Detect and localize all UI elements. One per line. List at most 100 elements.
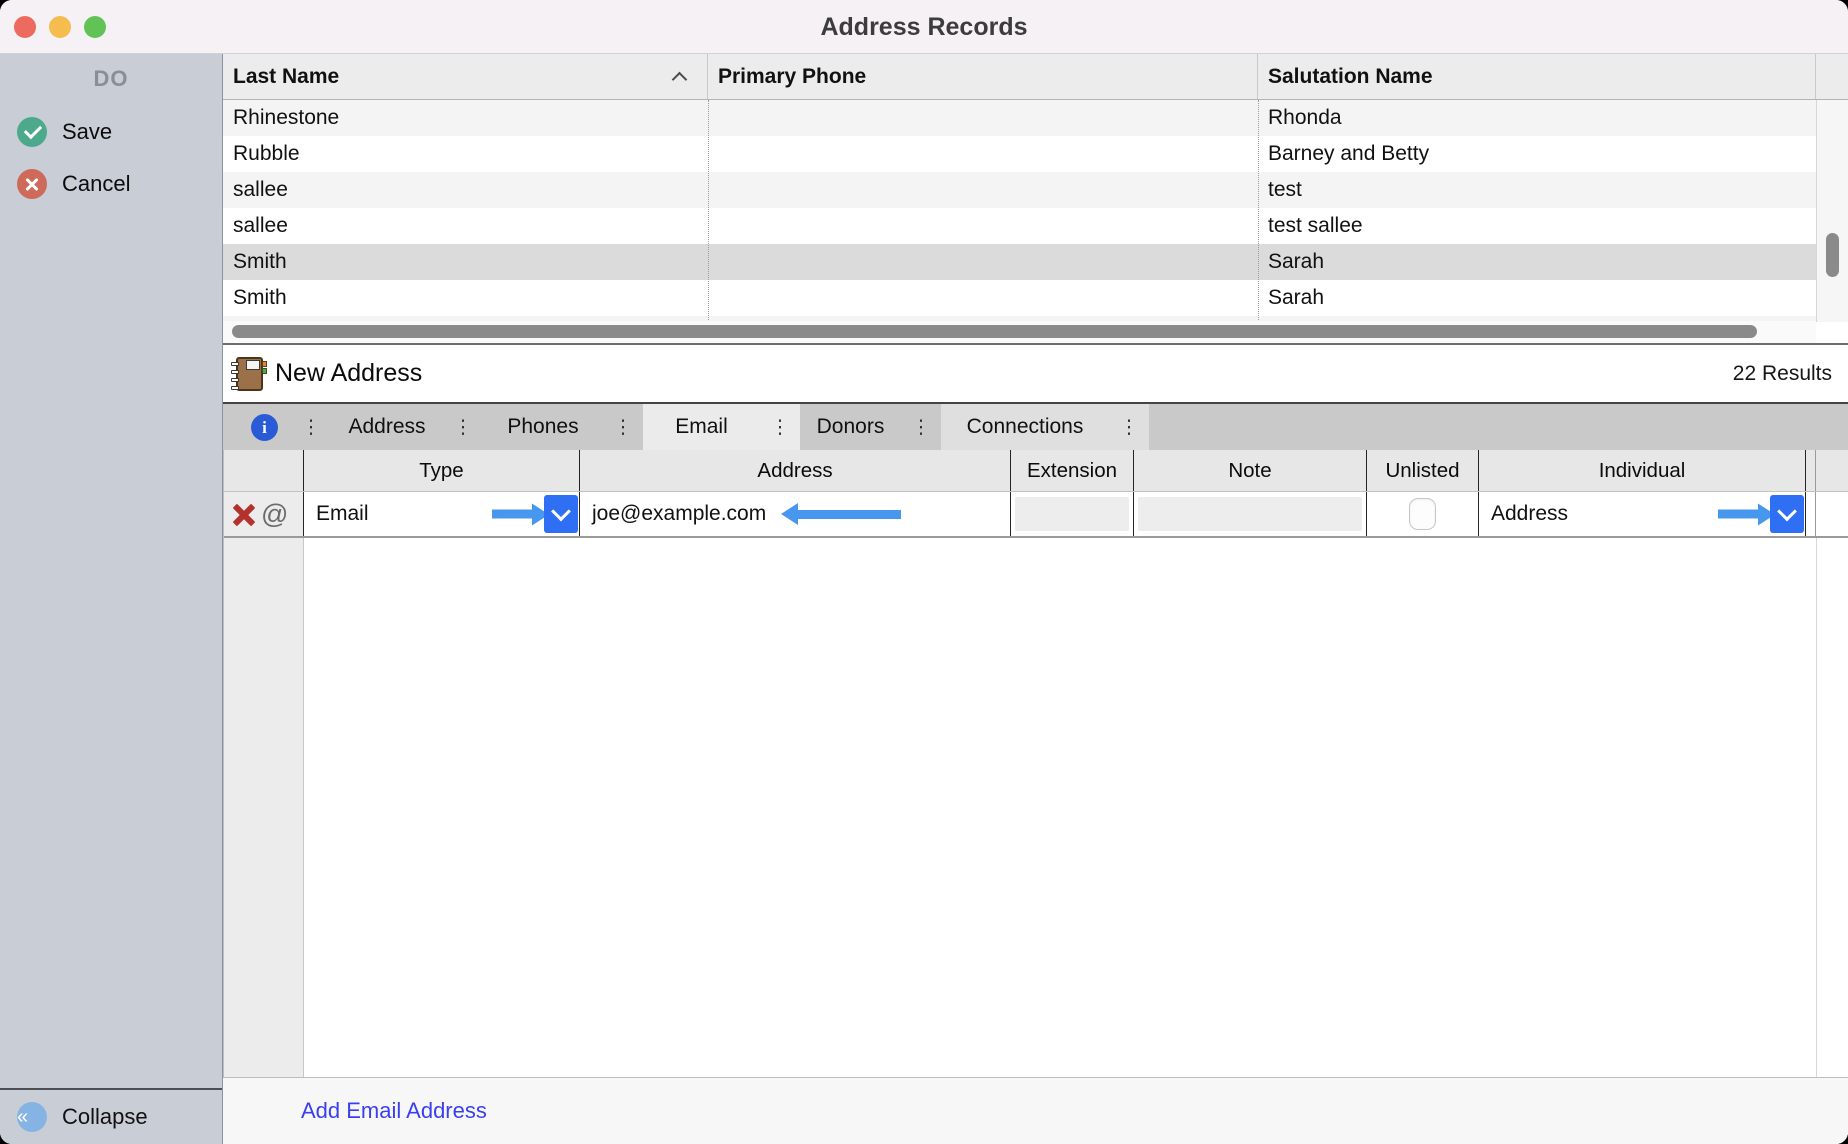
tab-phones[interactable]: Phones ⋮ bbox=[483, 404, 643, 450]
salutation-header-label: Salutation Name bbox=[1268, 65, 1433, 89]
main-area: DO Save Cancel « Collapse bbox=[0, 54, 1848, 1144]
table-row[interactable]: sallee test sallee bbox=[223, 208, 1848, 244]
header-scroll-gutter bbox=[1816, 54, 1848, 99]
pointer-arrow-left-icon bbox=[798, 510, 901, 519]
vertical-scrollbar[interactable] bbox=[1816, 100, 1848, 322]
column-header-primary-phone[interactable]: Primary Phone bbox=[708, 54, 1258, 99]
cell-last-name: sallee bbox=[223, 178, 708, 202]
table-row-selected[interactable]: Smith Sarah bbox=[223, 244, 1848, 280]
collapse-chevrons-icon: « bbox=[17, 1102, 47, 1132]
titlebar: Address Records bbox=[0, 0, 1848, 54]
table-row[interactable]: Rubble Barney and Betty bbox=[223, 136, 1848, 172]
tab-info[interactable]: i ⋮ bbox=[223, 404, 331, 450]
horizontal-scrollbar-thumb[interactable] bbox=[232, 325, 1757, 338]
email-address-value: joe@example.com bbox=[580, 502, 766, 526]
cell-salutation: Barney and Betty bbox=[1258, 142, 1816, 166]
tab-label: Connections bbox=[941, 415, 1109, 439]
add-email-address-link[interactable]: Add Email Address bbox=[301, 1098, 487, 1124]
extension-input[interactable] bbox=[1015, 497, 1129, 531]
table-row[interactable]: sallee test bbox=[223, 172, 1848, 208]
column-header-salutation-name[interactable]: Salutation Name bbox=[1258, 54, 1816, 99]
cell-salutation: Rhonda bbox=[1258, 106, 1816, 130]
collapse-label: Collapse bbox=[62, 1104, 148, 1130]
column-header-type: Type bbox=[304, 450, 580, 491]
individual-dropdown-field[interactable]: Address bbox=[1479, 492, 1806, 536]
extension-cell bbox=[1011, 492, 1134, 536]
note-cell bbox=[1134, 492, 1367, 536]
table-row[interactable]: Rhinestone Rhonda bbox=[223, 100, 1848, 136]
unlisted-checkbox[interactable] bbox=[1409, 498, 1436, 530]
results-count: 22 Results bbox=[1733, 362, 1832, 386]
table-row[interactable]: Smith Sarah bbox=[223, 280, 1848, 316]
tab-address[interactable]: Address ⋮ bbox=[331, 404, 483, 450]
sidebar-actions: Save Cancel bbox=[0, 106, 222, 210]
section-title: New Address bbox=[275, 359, 422, 388]
cell-last-name: Smith bbox=[223, 250, 708, 274]
column-header-gutter bbox=[1816, 450, 1848, 491]
save-button[interactable]: Save bbox=[0, 106, 222, 158]
cell-salutation: Sarah bbox=[1258, 250, 1816, 274]
content-area: Last Name Primary Phone Salutation Name … bbox=[223, 54, 1848, 1144]
kebab-menu-icon[interactable]: ⋮ bbox=[901, 416, 941, 439]
note-input[interactable] bbox=[1138, 497, 1362, 531]
column-header-individual: Individual bbox=[1479, 450, 1806, 491]
individual-dropdown-button[interactable] bbox=[1770, 495, 1804, 533]
type-value: Email bbox=[304, 502, 369, 526]
email-table: Type Address Extension Note Unlisted Ind… bbox=[223, 450, 1848, 1078]
bottom-bar: Add Email Address bbox=[223, 1078, 1848, 1144]
window-title: Address Records bbox=[0, 0, 1848, 54]
tab-connections[interactable]: Connections ⋮ bbox=[941, 404, 1149, 450]
pointer-arrow-right-icon bbox=[1718, 510, 1758, 519]
kebab-menu-icon[interactable]: ⋮ bbox=[291, 416, 331, 439]
column-header-actions bbox=[224, 450, 304, 491]
cell-salutation: test sallee bbox=[1258, 214, 1816, 238]
type-dropdown-button[interactable] bbox=[544, 495, 578, 533]
email-row: @ Email joe@example.com bbox=[224, 492, 1848, 538]
horizontal-scrollbar[interactable] bbox=[223, 321, 1816, 343]
tab-label: Phones bbox=[483, 415, 603, 439]
sidebar-header: DO bbox=[0, 54, 222, 98]
column-divider bbox=[1258, 100, 1259, 322]
delete-row-icon[interactable] bbox=[231, 502, 256, 527]
right-gutter-line bbox=[1816, 538, 1817, 1077]
type-dropdown-field[interactable]: Email bbox=[304, 492, 580, 536]
records-table: Last Name Primary Phone Salutation Name … bbox=[223, 54, 1848, 343]
actions-column-strip bbox=[224, 538, 304, 1077]
email-table-header: Type Address Extension Note Unlisted Ind… bbox=[224, 450, 1848, 492]
cell-salutation: Sarah bbox=[1258, 286, 1816, 310]
cell-last-name: Rubble bbox=[223, 142, 708, 166]
unlisted-cell bbox=[1367, 492, 1479, 536]
tab-donors[interactable]: Donors ⋮ bbox=[800, 404, 941, 450]
email-address-field[interactable]: joe@example.com bbox=[580, 492, 1011, 536]
individual-value: Address bbox=[1479, 502, 1568, 526]
sidebar: DO Save Cancel « Collapse bbox=[0, 54, 223, 1144]
collapse-button[interactable]: « Collapse bbox=[0, 1088, 222, 1144]
column-header-spacer bbox=[1806, 450, 1816, 491]
section-bar: New Address 22 Results bbox=[223, 345, 1848, 402]
address-book-icon bbox=[236, 357, 263, 391]
row-gutter-cell bbox=[1816, 492, 1848, 536]
cell-salutation: test bbox=[1258, 178, 1816, 202]
cell-last-name: sallee bbox=[223, 214, 708, 238]
kebab-menu-icon[interactable]: ⋮ bbox=[603, 416, 643, 439]
cancel-label: Cancel bbox=[62, 171, 130, 197]
cancel-button[interactable]: Cancel bbox=[0, 158, 222, 210]
records-table-header: Last Name Primary Phone Salutation Name bbox=[223, 54, 1848, 100]
tab-label: Donors bbox=[800, 415, 901, 439]
sort-ascending-icon bbox=[672, 72, 688, 88]
vertical-scrollbar-thumb[interactable] bbox=[1826, 233, 1839, 277]
column-header-unlisted: Unlisted bbox=[1367, 450, 1479, 491]
tab-label: Email bbox=[643, 415, 760, 439]
save-check-icon bbox=[17, 117, 47, 147]
tab-email-active[interactable]: Email ⋮ bbox=[643, 404, 800, 450]
column-header-last-name[interactable]: Last Name bbox=[223, 54, 708, 99]
kebab-menu-icon[interactable]: ⋮ bbox=[760, 416, 800, 439]
pointer-arrow-right-icon bbox=[492, 510, 532, 519]
save-label: Save bbox=[62, 119, 112, 145]
kebab-menu-icon[interactable]: ⋮ bbox=[1109, 416, 1149, 439]
email-table-body bbox=[224, 538, 1848, 1078]
kebab-menu-icon[interactable]: ⋮ bbox=[443, 416, 483, 439]
at-sign-icon: @ bbox=[261, 499, 288, 530]
cell-last-name: Rhinestone bbox=[223, 106, 708, 130]
info-icon[interactable]: i bbox=[251, 414, 278, 441]
